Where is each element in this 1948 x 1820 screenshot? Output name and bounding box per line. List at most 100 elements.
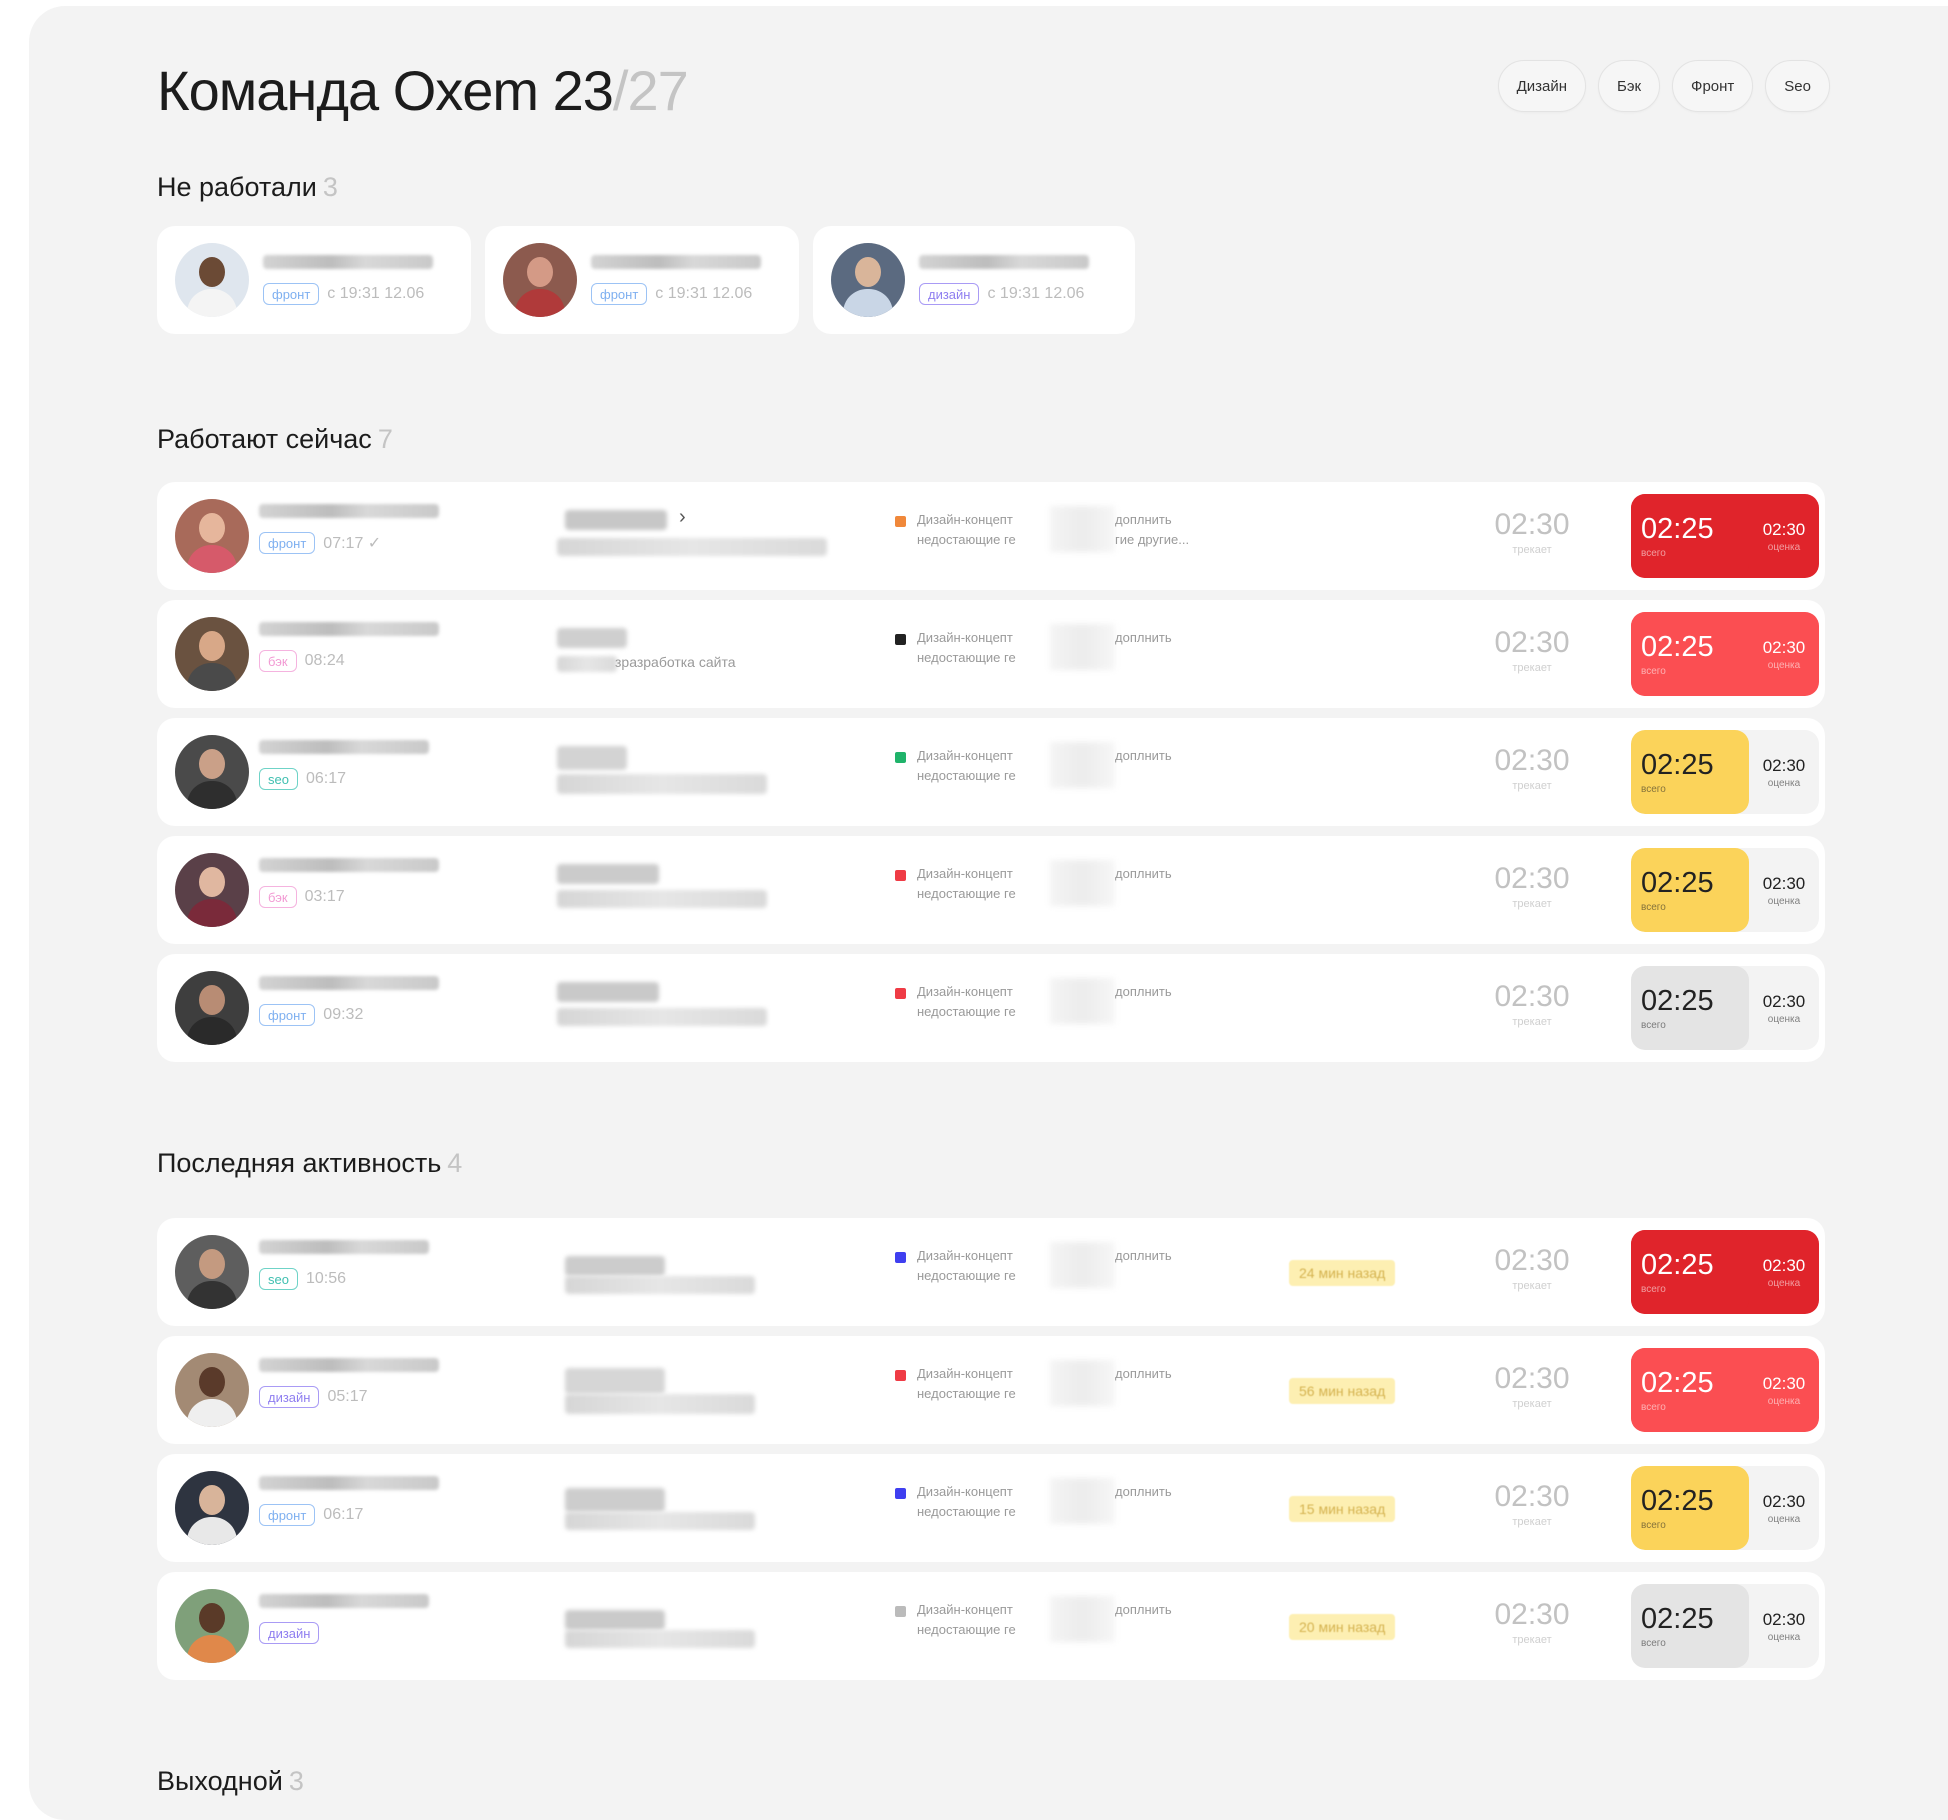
estimate-time: 02:30	[1762, 1373, 1806, 1393]
project-name-redacted	[565, 1610, 665, 1630]
working-row[interactable]: бэк 03:17 Дизайн-концепт недостающие ге д…	[157, 836, 1825, 944]
current-task[interactable]: зразработка сайта	[557, 628, 827, 678]
person-name-redacted	[919, 255, 1089, 269]
time-badge: 02:25 всего 02:30 оценка	[1631, 966, 1819, 1050]
task-name: зразработка сайта	[615, 654, 736, 670]
last-seen-badge: 24 мин назад	[1289, 1260, 1396, 1286]
start-time: 06:17	[305, 770, 347, 787]
person-info: seo 06:17	[259, 740, 459, 790]
last-task[interactable]	[565, 1246, 835, 1296]
recent-activity-row[interactable]: дизайн Дизайн-концепт недостающие ге доп…	[157, 1572, 1825, 1680]
filter-front-button[interactable]: Фронт	[1672, 60, 1754, 112]
project-name-redacted	[557, 982, 659, 1002]
today-tracked: 02:30 трекает	[1494, 626, 1570, 674]
person-info: дизайн 05:17	[259, 1358, 459, 1408]
estimate-time: 02:30	[1762, 1609, 1806, 1629]
total-time: 02:25	[1641, 1603, 1714, 1635]
working-row[interactable]: фронт 07:17 ✓ › Дизайн-концепт недостающи…	[157, 482, 1825, 590]
filter-design-button[interactable]: Дизайн	[1497, 60, 1586, 112]
role-tag: бэк	[259, 886, 297, 908]
estimate-time: 02:30	[1762, 637, 1806, 657]
avatar	[175, 735, 249, 809]
avatar	[503, 243, 577, 317]
current-task[interactable]	[557, 864, 827, 914]
person-name-redacted	[259, 1358, 439, 1372]
avatar	[175, 617, 249, 691]
project-color-dot	[895, 1606, 906, 1617]
avatar	[175, 853, 249, 927]
recent-activity-row[interactable]: дизайн 05:17 Дизайн-концепт недостающие г…	[157, 1336, 1825, 1444]
last-task[interactable]	[565, 1600, 835, 1650]
avatar	[831, 243, 905, 317]
last-task[interactable]	[565, 1364, 835, 1414]
last-time: 10:56	[305, 1270, 347, 1287]
role-tag: seo	[259, 1268, 298, 1290]
time-badge: 02:25 всего 02:30 оценка	[1631, 1348, 1819, 1432]
role-filters: Дизайн Бэк Фронт Seo	[1497, 60, 1830, 112]
current-task[interactable]: ›	[557, 506, 827, 560]
working-row[interactable]: бэк 08:24 зразработка сайта Дизайн-концеп…	[157, 600, 1825, 708]
person-info: бэк 03:17	[259, 858, 459, 908]
time-badge: 02:25 всего 02:30 оценка	[1631, 848, 1819, 932]
task-name-redacted	[557, 1008, 767, 1026]
time-badge: 02:25 всего 02:30 оценка	[1631, 1230, 1819, 1314]
project-color-dot	[895, 870, 906, 881]
recent-activity-row[interactable]: seo 10:56 Дизайн-концепт недостающие ге д…	[157, 1218, 1825, 1326]
project-color-dot	[895, 1488, 906, 1499]
last-seen-badge: 20 мин назад	[1289, 1614, 1396, 1640]
idle-person-card[interactable]: дизайн с 19:31 12.06	[813, 226, 1135, 334]
idle-list: фронт с 19:31 12.06 фронт с 19:31 12.06 ди…	[157, 226, 1135, 334]
person-name-redacted	[259, 858, 439, 872]
idle-person-card[interactable]: фронт с 19:31 12.06	[485, 226, 799, 334]
today-tracked: 02:30 трекает	[1494, 1480, 1570, 1528]
time-badge: 02:25 всего 02:30 оценка	[1631, 1466, 1819, 1550]
task-name-redacted	[557, 774, 767, 794]
task-name-redacted	[557, 538, 827, 556]
time-badge: 02:25 всего 02:30 оценка	[1631, 494, 1819, 578]
project-name-redacted	[565, 1256, 665, 1276]
role-tag: дизайн	[259, 1386, 320, 1408]
person-name-redacted	[259, 740, 429, 754]
project-color-dot	[895, 516, 906, 527]
task-name-redacted	[565, 1630, 755, 1648]
person-name-redacted	[259, 1594, 429, 1608]
project-name-redacted	[565, 1488, 665, 1512]
avatar	[175, 1353, 249, 1427]
last-time: 05:17	[327, 1388, 368, 1405]
person-info: фронт с 19:31 12.06	[263, 255, 433, 305]
today-tracked: 02:30 трекает	[1494, 1244, 1570, 1292]
idle-since: с 19:31 12.06	[327, 285, 425, 302]
last-seen-badge: 56 мин назад	[1289, 1378, 1396, 1404]
total-time: 02:25	[1641, 749, 1714, 781]
last-seen-badge: 15 мин назад	[1289, 1496, 1396, 1522]
recent-activity-row[interactable]: фронт 06:17 Дизайн-концепт недостающие ге…	[157, 1454, 1825, 1562]
start-time: 08:24	[304, 652, 345, 669]
task-name-redacted	[557, 890, 767, 908]
last-time: 06:17	[323, 1506, 364, 1523]
time-badge: 02:25 всего 02:30 оценка	[1631, 1584, 1819, 1668]
role-tag: seo	[259, 768, 298, 790]
working-row[interactable]: seo 06:17 Дизайн-концепт недостающие ге д…	[157, 718, 1825, 826]
page-title: Команда Oxem 23/27	[157, 59, 689, 122]
current-task[interactable]	[557, 982, 827, 1032]
today-tracked: 02:30 трекает	[1494, 744, 1570, 792]
idle-person-card[interactable]: фронт с 19:31 12.06	[157, 226, 471, 334]
today-tracked: 02:30 трекает	[1494, 1598, 1570, 1646]
project-name-redacted	[565, 510, 667, 530]
role-tag: фронт	[591, 283, 648, 305]
role-tag: бэк	[259, 650, 297, 672]
person-info: бэк 08:24	[259, 622, 459, 672]
person-info: дизайн	[259, 1594, 459, 1644]
task-name-redacted	[565, 1276, 755, 1294]
total-time: 02:25	[1641, 867, 1714, 899]
person-info: дизайн с 19:31 12.06	[919, 255, 1089, 305]
filter-seo-button[interactable]: Seo	[1765, 60, 1830, 112]
working-row[interactable]: фронт 09:32 Дизайн-концепт недостающие ге…	[157, 954, 1825, 1062]
person-name-redacted	[259, 1476, 439, 1490]
current-task[interactable]	[557, 746, 827, 796]
last-task[interactable]	[565, 1482, 835, 1532]
total-time: 02:25	[1641, 1367, 1714, 1399]
estimate-time: 02:30	[1762, 873, 1806, 893]
filter-back-button[interactable]: Бэк	[1597, 60, 1661, 112]
person-name-redacted	[263, 255, 433, 269]
